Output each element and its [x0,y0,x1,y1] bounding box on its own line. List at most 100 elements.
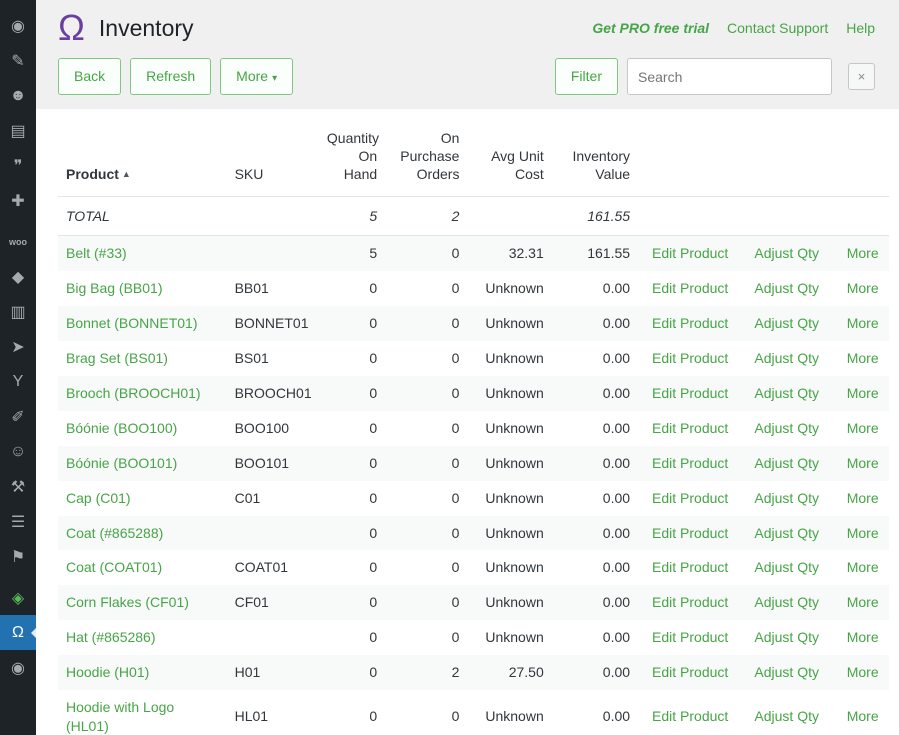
filter-button[interactable]: Filter [555,58,618,94]
edit-product-link[interactable]: Edit Product [652,245,728,261]
edit-product-link[interactable]: Edit Product [652,280,728,296]
adjust-qty-link[interactable]: Adjust Qty [754,420,819,436]
menu-members[interactable]: ☻ [0,78,36,113]
col-sku[interactable]: SKU [227,109,319,196]
help-link[interactable]: Help [846,20,875,36]
product-link[interactable]: Hoodie (H01) [66,664,149,680]
menu-comments[interactable]: ❞ [0,148,36,183]
adjust-qty-link[interactable]: Adjust Qty [754,708,819,724]
menu-posts[interactable]: ✎ [0,43,36,78]
adjust-qty-link[interactable]: Adjust Qty [754,245,819,261]
edit-product-link[interactable]: Edit Product [652,629,728,645]
refresh-button[interactable]: Refresh [130,58,211,94]
row-more-link[interactable]: More [847,525,879,541]
col-product[interactable]: Product▲ [58,109,227,196]
qty-on-hand-cell: 0 [319,341,385,376]
row-more-link[interactable]: More [847,594,879,610]
menu-plugins[interactable]: ✚ [0,183,36,218]
col-on-purchase-orders[interactable]: On Purchase Orders [385,109,467,196]
col-actions-spacer-1 [638,109,740,196]
more-button[interactable]: More▾ [220,58,293,94]
search-input[interactable] [627,58,832,95]
menu-marketing[interactable]: ➤ [0,329,36,364]
product-link[interactable]: Brooch (BROOCH01) [66,385,201,401]
user-icon: ☺ [10,443,26,461]
edit-product-link[interactable]: Edit Product [652,420,728,436]
get-pro-link[interactable]: Get PRO free trial [592,20,709,36]
product-link[interactable]: Belt (#33) [66,245,127,261]
edit-product-link[interactable]: Edit Product [652,708,728,724]
menu-products[interactable]: ◆ [0,259,36,294]
row-more-link[interactable]: More [847,420,879,436]
menu-security[interactable]: ◈ [0,580,36,615]
edit-product-link[interactable]: Edit Product [652,594,728,610]
menu-inventory[interactable]: Ω [0,615,36,650]
product-link[interactable]: Bonnet (BONNET01) [66,315,198,331]
edit-product-link[interactable]: Edit Product [652,525,728,541]
sku-cell: BOO100 [227,411,319,446]
edit-product-link[interactable]: Edit Product [652,385,728,401]
edit-product-link[interactable]: Edit Product [652,350,728,366]
edit-product-link[interactable]: Edit Product [652,559,728,575]
menu-tools[interactable]: ⚒ [0,469,36,504]
menu-profile[interactable]: ☺ [0,434,36,469]
adjust-qty-link[interactable]: Adjust Qty [754,629,819,645]
col-avg-unit-cost[interactable]: Avg Unit Cost [467,109,551,196]
back-button[interactable]: Back [58,58,121,94]
menu-settings[interactable]: ☰ [0,504,36,539]
row-more-link[interactable]: More [847,245,879,261]
row-more-link[interactable]: More [847,315,879,331]
row-more-link[interactable]: More [847,708,879,724]
row-more-link[interactable]: More [847,385,879,401]
adjust-qty-link[interactable]: Adjust Qty [754,664,819,680]
adjust-qty-link[interactable]: Adjust Qty [754,385,819,401]
table-row: Bóónie (BOO101) BOO101 0 0 Unknown 0.00 … [58,446,889,481]
contact-support-link[interactable]: Contact Support [727,20,828,36]
product-link[interactable]: Hat (#865286) [66,629,156,645]
menu-analytics[interactable]: ▥ [0,294,36,329]
row-more-link[interactable]: More [847,664,879,680]
product-link[interactable]: Coat (#865288) [66,525,163,541]
menu-seo[interactable]: Y [0,364,36,399]
menu-appearance[interactable]: ✐ [0,399,36,434]
col-quantity-on-hand[interactable]: Quantity On Hand [319,109,385,196]
inventory-value-cell: 0.00 [552,655,638,690]
collapse-menu[interactable]: ◉ [0,650,36,685]
product-link[interactable]: Bóónie (BOO101) [66,455,177,471]
product-link[interactable]: Hoodie with Logo (HL01) [66,699,174,734]
menu-mail[interactable]: ⚑ [0,539,36,574]
product-link[interactable]: Coat (COAT01) [66,559,162,575]
product-link[interactable]: Brag Set (BS01) [66,350,168,366]
row-more-link[interactable]: More [847,559,879,575]
adjust-qty-link[interactable]: Adjust Qty [754,594,819,610]
adjust-qty-link[interactable]: Adjust Qty [754,280,819,296]
row-more-link[interactable]: More [847,350,879,366]
adjust-qty-link[interactable]: Adjust Qty [754,315,819,331]
adjust-qty-link[interactable]: Adjust Qty [754,490,819,506]
adjust-qty-link[interactable]: Adjust Qty [754,455,819,471]
edit-product-link[interactable]: Edit Product [652,455,728,471]
menu-dashboard[interactable]: ◉ [0,8,36,43]
row-more-link[interactable]: More [847,490,879,506]
product-link[interactable]: Cap (C01) [66,490,131,506]
row-more-link[interactable]: More [847,629,879,645]
menu-pages[interactable]: ▤ [0,113,36,148]
avg-unit-cost-cell: Unknown [467,446,551,481]
inventory-value-cell: 0.00 [552,446,638,481]
menu-woocommerce[interactable]: woo [0,224,36,259]
edit-product-link[interactable]: Edit Product [652,490,728,506]
edit-product-link[interactable]: Edit Product [652,315,728,331]
adjust-qty-link[interactable]: Adjust Qty [754,525,819,541]
clear-search-button[interactable]: × [848,63,875,90]
row-more-link[interactable]: More [847,280,879,296]
product-link[interactable]: Big Bag (BB01) [66,280,163,296]
on-purchase-orders-cell: 0 [385,550,467,585]
edit-product-link[interactable]: Edit Product [652,664,728,680]
product-link[interactable]: Bóónie (BOO100) [66,420,177,436]
table-row: Corn Flakes (CF01) CF01 0 0 Unknown 0.00… [58,585,889,620]
col-inventory-value[interactable]: Inventory Value [552,109,638,196]
product-link[interactable]: Corn Flakes (CF01) [66,594,189,610]
adjust-qty-link[interactable]: Adjust Qty [754,559,819,575]
row-more-link[interactable]: More [847,455,879,471]
adjust-qty-link[interactable]: Adjust Qty [754,350,819,366]
